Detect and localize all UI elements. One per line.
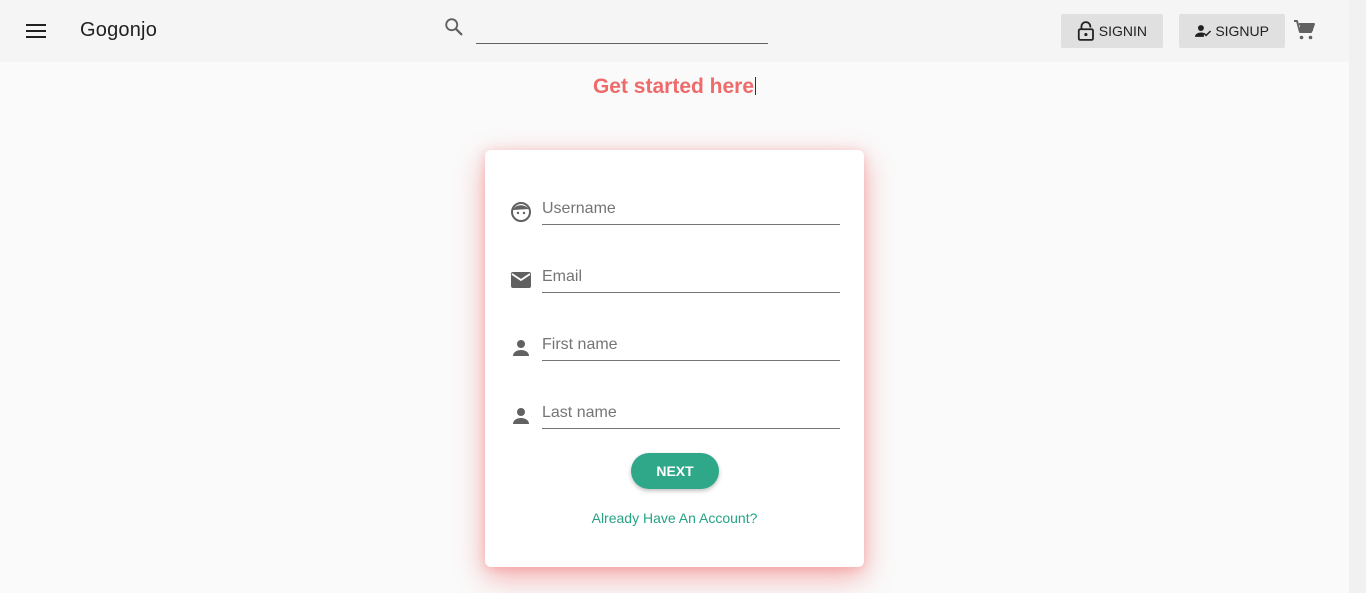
mail-icon: [511, 272, 531, 288]
top-app-bar: Gogonjo SIGNIN SIGNUP: [0, 0, 1349, 62]
app-title[interactable]: Gogonjo: [80, 19, 157, 42]
vertical-scrollbar[interactable]: [1349, 0, 1366, 593]
person-check-icon: [1195, 25, 1212, 37]
email-field-row: [509, 258, 840, 298]
text-cursor: [755, 77, 757, 95]
username-field-row: [509, 190, 840, 230]
shopping-cart-icon[interactable]: [1293, 18, 1317, 42]
person-icon: [513, 340, 529, 356]
signup-label: SIGNUP: [1215, 23, 1269, 39]
person-icon: [513, 408, 529, 424]
email-field[interactable]: [542, 261, 840, 293]
already-have-account-link[interactable]: Already Have An Account?: [485, 510, 864, 526]
menu-icon: [26, 24, 46, 38]
search-input[interactable]: [476, 15, 768, 44]
last-name-field[interactable]: [542, 397, 840, 429]
signin-label: SIGNIN: [1098, 23, 1147, 39]
first-name-field[interactable]: [542, 329, 840, 361]
username-field[interactable]: [542, 193, 840, 225]
signup-button[interactable]: SIGNUP: [1179, 14, 1285, 48]
last-name-field-row: [509, 394, 840, 434]
menu-button[interactable]: [24, 19, 48, 43]
page-heading: Get started here: [592, 75, 757, 98]
signin-button[interactable]: SIGNIN: [1061, 14, 1163, 48]
first-name-field-row: [509, 326, 840, 366]
face-icon: [511, 202, 531, 222]
lock-open-icon: [1077, 21, 1094, 41]
page: Gogonjo SIGNIN SIGNUP Get started here U…: [0, 0, 1366, 593]
search-icon: [445, 18, 463, 36]
signup-card: NEXT Already Have An Account?: [485, 150, 864, 567]
next-button[interactable]: NEXT: [631, 453, 719, 489]
